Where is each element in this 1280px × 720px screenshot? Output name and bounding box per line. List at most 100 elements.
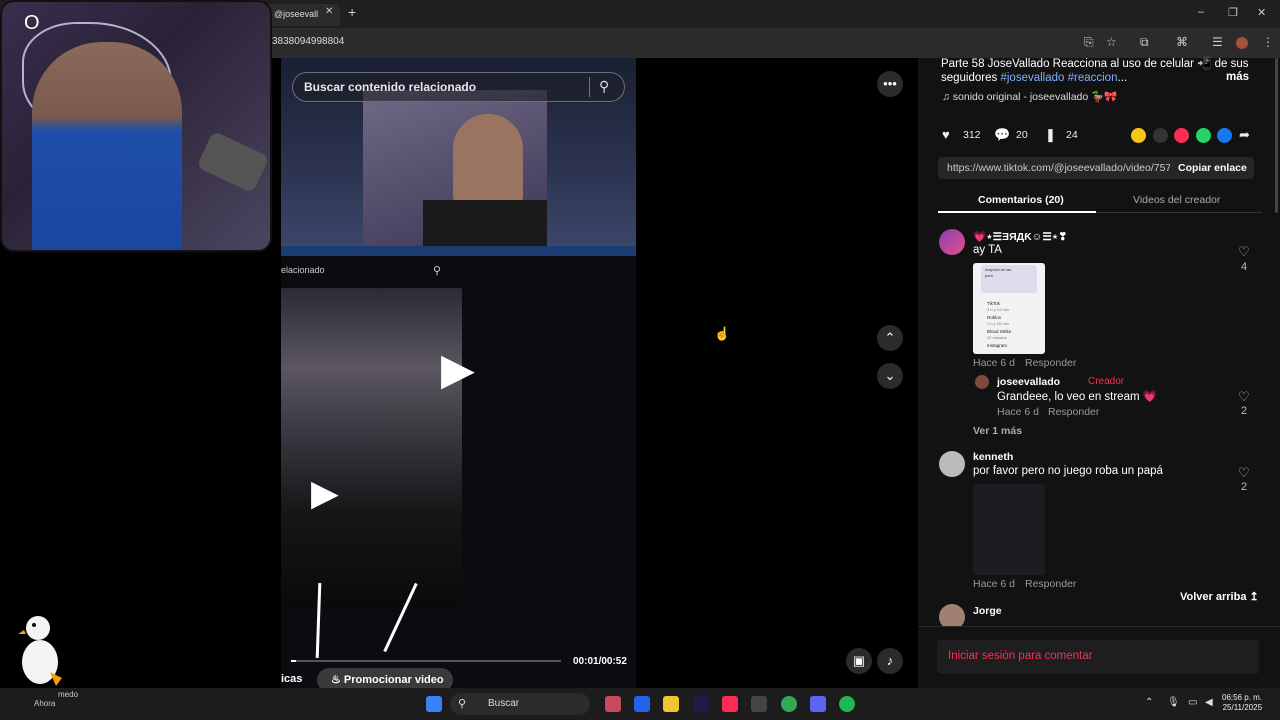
- reply-button[interactable]: Responder: [1048, 406, 1099, 418]
- comment-author[interactable]: Jorge: [973, 605, 1002, 617]
- streamer-person: [32, 42, 182, 250]
- repost-icon[interactable]: [1131, 128, 1146, 143]
- next-video-button[interactable]: ⌄: [877, 363, 903, 389]
- miniplayer-button[interactable]: ▣: [846, 648, 872, 674]
- bookmark-star-icon[interactable]: ☆: [1106, 35, 1117, 49]
- comment-author[interactable]: joseevallado: [997, 376, 1060, 388]
- fire-icon: ♨: [331, 674, 344, 686]
- comment-image[interactable]: [973, 484, 1045, 575]
- related-search-input[interactable]: Buscar contenido relacionado: [292, 72, 625, 102]
- video-link-field[interactable]: https://www.tiktok.com/@joseevallado/vid…: [938, 157, 1170, 179]
- avatar[interactable]: [939, 451, 965, 477]
- description-text: Parte 58 JoseVallado Reacciona al uso de…: [941, 58, 1198, 70]
- discord-icon[interactable]: [810, 696, 826, 712]
- avatar[interactable]: [939, 229, 965, 255]
- comment-author[interactable]: kenneth: [973, 451, 1013, 463]
- share-arrow-icon[interactable]: ➦: [1239, 127, 1250, 143]
- close-window-button[interactable]: ✕: [1257, 6, 1266, 19]
- more-button[interactable]: más: [1226, 71, 1249, 83]
- search-icon[interactable]: ⚲: [599, 78, 609, 95]
- profile-avatar[interactable]: [1236, 37, 1248, 49]
- sound-link[interactable]: ♫ sonido original - joseevallado 🦆🎀: [942, 90, 1117, 103]
- network-icon[interactable]: ▭: [1188, 697, 1197, 708]
- volume-button[interactable]: ♪: [877, 648, 903, 674]
- thumb-text: pero: [985, 273, 994, 278]
- comment-like-count: 2: [1241, 405, 1248, 417]
- comment-like-icon[interactable]: ♡: [1238, 465, 1250, 481]
- previous-video-button[interactable]: ⌃: [877, 325, 903, 351]
- more-options-button[interactable]: •••: [877, 71, 903, 97]
- windows-start-icon[interactable]: [426, 696, 442, 712]
- thumb-text: 3 h y 24 min: [987, 307, 1009, 312]
- url-field[interactable]: 3838094998804: [272, 36, 344, 47]
- minimize-button[interactable]: –: [1198, 6, 1204, 18]
- app-icon[interactable]: [751, 696, 767, 712]
- system-clock[interactable]: 06:56 p. m. 25/11/2025: [1222, 693, 1262, 713]
- back-to-top-label: Volver arriba: [1180, 591, 1247, 603]
- store-icon[interactable]: [634, 696, 650, 712]
- video-inner-webcam: [363, 90, 547, 246]
- chrome-icon[interactable]: [781, 696, 797, 712]
- comment-text: por favor pero no juego roba un papá: [973, 465, 1163, 477]
- volume-icon[interactable]: ◀: [1205, 697, 1213, 708]
- comment-author[interactable]: 💗⋆☰ƎЯДƘ☺☰⋆❣: [973, 230, 1067, 243]
- translate-icon[interactable]: ⌘: [1176, 35, 1188, 49]
- file-explorer-icon[interactable]: [663, 696, 679, 712]
- heart-icon[interactable]: ♥: [942, 127, 950, 142]
- post-description: Parte 58 JoseVallado Reacciona al uso de…: [941, 57, 1261, 85]
- streamer-webcam-overlay: O: [0, 0, 272, 252]
- video-player[interactable]: Buscar contenido relacionado ⚲ elacionad…: [281, 58, 636, 688]
- tray-chevron-icon[interactable]: ⌃: [1145, 697, 1153, 708]
- extensions-icon[interactable]: ⧉: [1140, 35, 1149, 50]
- play-icon[interactable]: ▶: [441, 344, 475, 395]
- bookmark-icon[interactable]: ❚: [1045, 127, 1056, 143]
- new-tab-button[interactable]: +: [348, 4, 356, 20]
- install-icon[interactable]: ⎘: [1084, 35, 1094, 50]
- description-emoji: 📲: [1197, 58, 1212, 70]
- thumb-text: Instagram: [987, 343, 1008, 348]
- maximize-button[interactable]: ❐: [1228, 6, 1238, 19]
- progress-track[interactable]: [291, 660, 561, 662]
- back-to-top-button[interactable]: Volver arriba ↥: [1180, 590, 1259, 603]
- search-icon: ⚲: [458, 698, 467, 710]
- inner-play-icon: ▶: [311, 472, 339, 513]
- avatar[interactable]: [975, 375, 989, 389]
- comment-image[interactable]: mayoría de las pero TikTok 3 h y 24 min …: [973, 263, 1045, 354]
- tiktok-icon[interactable]: [722, 696, 738, 712]
- reply-button[interactable]: Responder: [1025, 578, 1076, 590]
- creator-badge: Creador: [1088, 376, 1125, 387]
- hashtag-link[interactable]: #josevallado: [1000, 72, 1064, 84]
- browser-menu-icon[interactable]: ⋮: [1262, 35, 1274, 49]
- comment-like-icon[interactable]: ♡: [1238, 389, 1250, 405]
- weather-bottom: Ahora: [34, 699, 56, 708]
- left-clipped-label: icas: [281, 673, 303, 685]
- facebook-icon[interactable]: [1217, 128, 1232, 143]
- reply-button[interactable]: Responder: [1025, 357, 1076, 369]
- panel-scrollbar[interactable]: [1275, 58, 1278, 213]
- send-icon[interactable]: [1174, 128, 1189, 143]
- close-tab-icon[interactable]: ✕: [325, 6, 333, 17]
- comment-icon[interactable]: 💬: [994, 127, 1010, 143]
- tab-comments[interactable]: Comentarios (20): [978, 194, 1064, 206]
- embed-icon[interactable]: [1153, 128, 1168, 143]
- login-to-comment-button[interactable]: Iniciar sesión para comentar: [937, 640, 1259, 674]
- thumb-text: 42 minutos: [987, 335, 1007, 340]
- spotify-icon[interactable]: [839, 696, 855, 712]
- comment-time: Hace 6 d: [973, 578, 1016, 590]
- mic-icon[interactable]: 🎙: [1167, 697, 1180, 708]
- weather-widget[interactable]: medo Ahora: [4, 690, 78, 708]
- whatsapp-icon[interactable]: [1196, 128, 1211, 143]
- video-person: [453, 114, 523, 206]
- see-more-replies[interactable]: Ver 1 más: [973, 425, 1022, 437]
- hashtag-link[interactable]: #reaccion: [1068, 72, 1118, 84]
- tab-creator-videos[interactable]: Videos del creador: [1133, 194, 1220, 206]
- thumb-text: TikTok: [987, 301, 1000, 306]
- promote-video-button[interactable]: ♨ Promocionar video: [317, 668, 453, 688]
- app-icon[interactable]: [605, 696, 621, 712]
- tab-search-icon[interactable]: ☰: [1212, 35, 1223, 49]
- promote-video-label: Promocionar video: [343, 674, 444, 686]
- premiere-icon[interactable]: [693, 696, 709, 712]
- comment-like-icon[interactable]: ♡: [1238, 244, 1250, 260]
- copy-link-button[interactable]: Copiar enlace: [1170, 157, 1254, 179]
- taskbar-search[interactable]: Buscar: [450, 693, 590, 715]
